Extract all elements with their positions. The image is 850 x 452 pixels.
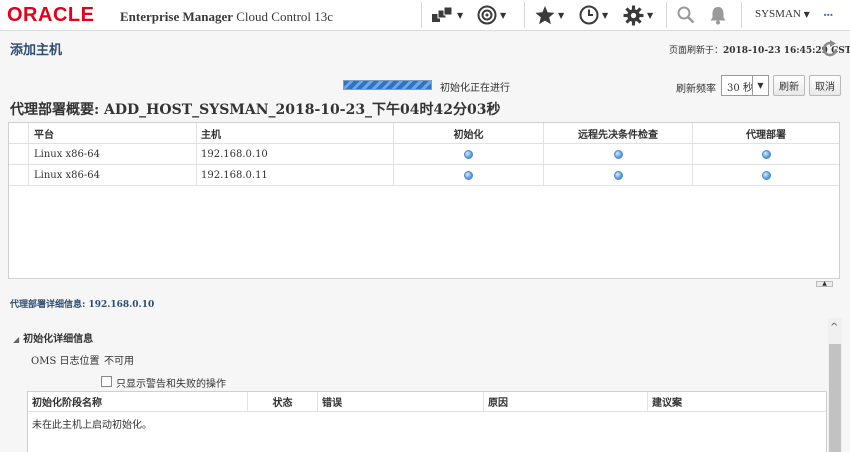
platform-cell: Linux x86-64 <box>29 144 197 164</box>
vertical-scrollbar[interactable]: ^ <box>828 318 842 452</box>
search-button[interactable] <box>677 0 695 30</box>
deployment-summary-title: 代理部署概要: ADD_HOST_SYSMAN_2018-10-23_下午04时… <box>10 102 501 118</box>
status-in-progress-icon <box>761 149 771 159</box>
refresh-rate-label: 刷新频率 <box>676 84 716 95</box>
deployment-detail-host: 代理部署详细信息: 192.168.0.10 <box>10 300 155 310</box>
column-header-initialization[interactable]: 初始化 <box>394 123 544 143</box>
bell-icon <box>709 4 727 26</box>
oms-log-value: 不可用 <box>104 356 134 367</box>
status-in-progress-icon <box>464 170 473 180</box>
page-title: 添加主机 <box>10 43 63 58</box>
deploy-status-cell[interactable] <box>693 144 839 164</box>
hosts-table: 平台 主机 初始化 远程先决条件检查 代理部署 Linux x86-64 192… <box>8 122 840 279</box>
warnings-only-checkbox[interactable] <box>101 376 112 387</box>
chevron-down-icon: ▼ <box>602 10 609 20</box>
host-cell: 192.168.0.10 <box>197 144 394 164</box>
refresh-rate-value: 30 秒 <box>727 83 753 94</box>
warnings-only-label[interactable]: 只显示警告和失败的操作 <box>116 375 226 390</box>
refresh-button[interactable]: 刷新 <box>773 75 805 96</box>
row-selector-header <box>9 123 29 143</box>
refresh-icon[interactable] <box>820 39 840 59</box>
gear-icon: ▼ <box>623 4 653 26</box>
init-status-cell[interactable] <box>394 165 544 185</box>
init-details-title: 初始化详细信息 <box>23 334 94 345</box>
column-header-recommendation[interactable]: 建议案 <box>648 392 826 411</box>
status-in-progress-icon <box>613 149 623 159</box>
column-header-platform[interactable]: 平台 <box>29 123 197 143</box>
notifications-button[interactable] <box>709 0 727 30</box>
column-header-cause[interactable]: 原因 <box>484 392 648 411</box>
deploy-status-cell[interactable] <box>693 165 839 185</box>
product-name-bold: Enterprise Manager <box>120 9 234 24</box>
toolbar-divider <box>666 2 667 28</box>
chevron-down-icon: ▼ <box>752 76 768 95</box>
search-icon <box>677 4 695 26</box>
init-stages-table: 初始化阶段名称 状态 错误 原因 建议案 未在此主机上启动初始化。 <box>27 391 827 452</box>
star-icon: ▼ <box>535 4 564 26</box>
prereq-status-cell[interactable] <box>544 144 693 164</box>
user-menu[interactable]: SYSMAN ▼ <box>755 8 810 20</box>
favorites-menu[interactable]: ▼ <box>535 0 564 30</box>
product-name-rest: Cloud Control 13c <box>233 9 334 24</box>
oracle-logo[interactable]: ORACLE <box>7 4 94 27</box>
row-selector[interactable] <box>9 144 29 164</box>
chevron-down-icon: ▼ <box>647 10 654 20</box>
expand-triangle-icon: ◢ <box>13 335 20 344</box>
column-header-stage-name[interactable]: 初始化阶段名称 <box>28 392 248 411</box>
chevron-down-icon: ▼ <box>500 10 507 20</box>
scrollbar-thumb[interactable] <box>829 344 841 452</box>
host-cell: 192.168.0.11 <box>197 165 394 185</box>
targets-menu[interactable]: ▼ <box>432 0 463 30</box>
column-header-status[interactable]: 状态 <box>248 392 318 411</box>
empty-table-message: 未在此主机上启动初始化。 <box>32 420 152 431</box>
collapse-pane-button[interactable]: ▲ <box>816 281 833 287</box>
table-row[interactable]: Linux x86-64 192.168.0.10 <box>9 144 839 165</box>
top-bar: ORACLE Enterprise Manager Cloud Control … <box>0 0 850 31</box>
row-selector[interactable] <box>9 165 29 185</box>
column-header-host[interactable]: 主机 <box>197 123 394 143</box>
cancel-button[interactable]: 取消 <box>809 75 841 96</box>
status-in-progress-icon <box>613 170 623 180</box>
history-menu[interactable]: ▼ <box>579 0 608 30</box>
init-status-cell[interactable] <box>394 144 544 164</box>
column-header-agent-deploy[interactable]: 代理部署 <box>693 123 839 143</box>
status-in-progress-icon <box>464 149 473 159</box>
toolbar-divider <box>421 2 422 28</box>
refresh-rate-select[interactable]: 30 秒 ▼ <box>721 75 769 96</box>
init-details-toggle[interactable]: ◢ 初始化详细信息 <box>13 330 93 345</box>
platform-cell: Linux x86-64 <box>29 165 197 185</box>
column-header-remote-prereq[interactable]: 远程先决条件检查 <box>544 123 693 143</box>
progress-label: 初始化正在进行 <box>440 83 510 94</box>
oms-log-label: OMS 日志位置 <box>31 356 100 367</box>
product-name: Enterprise Manager Cloud Control 13c <box>120 9 333 25</box>
page-refresh-label: 页面刷新于： <box>669 46 724 56</box>
toolbar-divider <box>524 2 525 28</box>
table-header-row: 初始化阶段名称 状态 错误 原因 建议案 <box>28 392 826 412</box>
status-in-progress-icon <box>761 170 771 180</box>
toolbar-divider <box>741 2 742 28</box>
chevron-down-icon: ▼ <box>803 10 810 19</box>
table-row[interactable]: Linux x86-64 192.168.0.11 <box>9 165 839 186</box>
user-name: SYSMAN <box>755 8 801 20</box>
table-header-row: 平台 主机 初始化 远程先决条件检查 代理部署 <box>9 123 839 144</box>
targets-icon: ▼ <box>432 4 463 26</box>
setup-menu[interactable]: ▼ <box>623 0 653 30</box>
history-clock-icon: ▼ <box>579 4 608 26</box>
scroll-up-icon[interactable]: ^ <box>830 322 838 333</box>
progress-bar <box>343 80 432 90</box>
favorites-target-icon: ▼ <box>477 4 506 26</box>
prereq-status-cell[interactable] <box>544 165 693 185</box>
more-icon[interactable]: ··· <box>823 8 834 22</box>
chevron-down-icon: ▼ <box>457 10 464 20</box>
chevron-down-icon: ▼ <box>558 10 565 20</box>
favorites-target-menu[interactable]: ▼ <box>477 0 506 30</box>
column-header-error[interactable]: 错误 <box>318 392 484 411</box>
